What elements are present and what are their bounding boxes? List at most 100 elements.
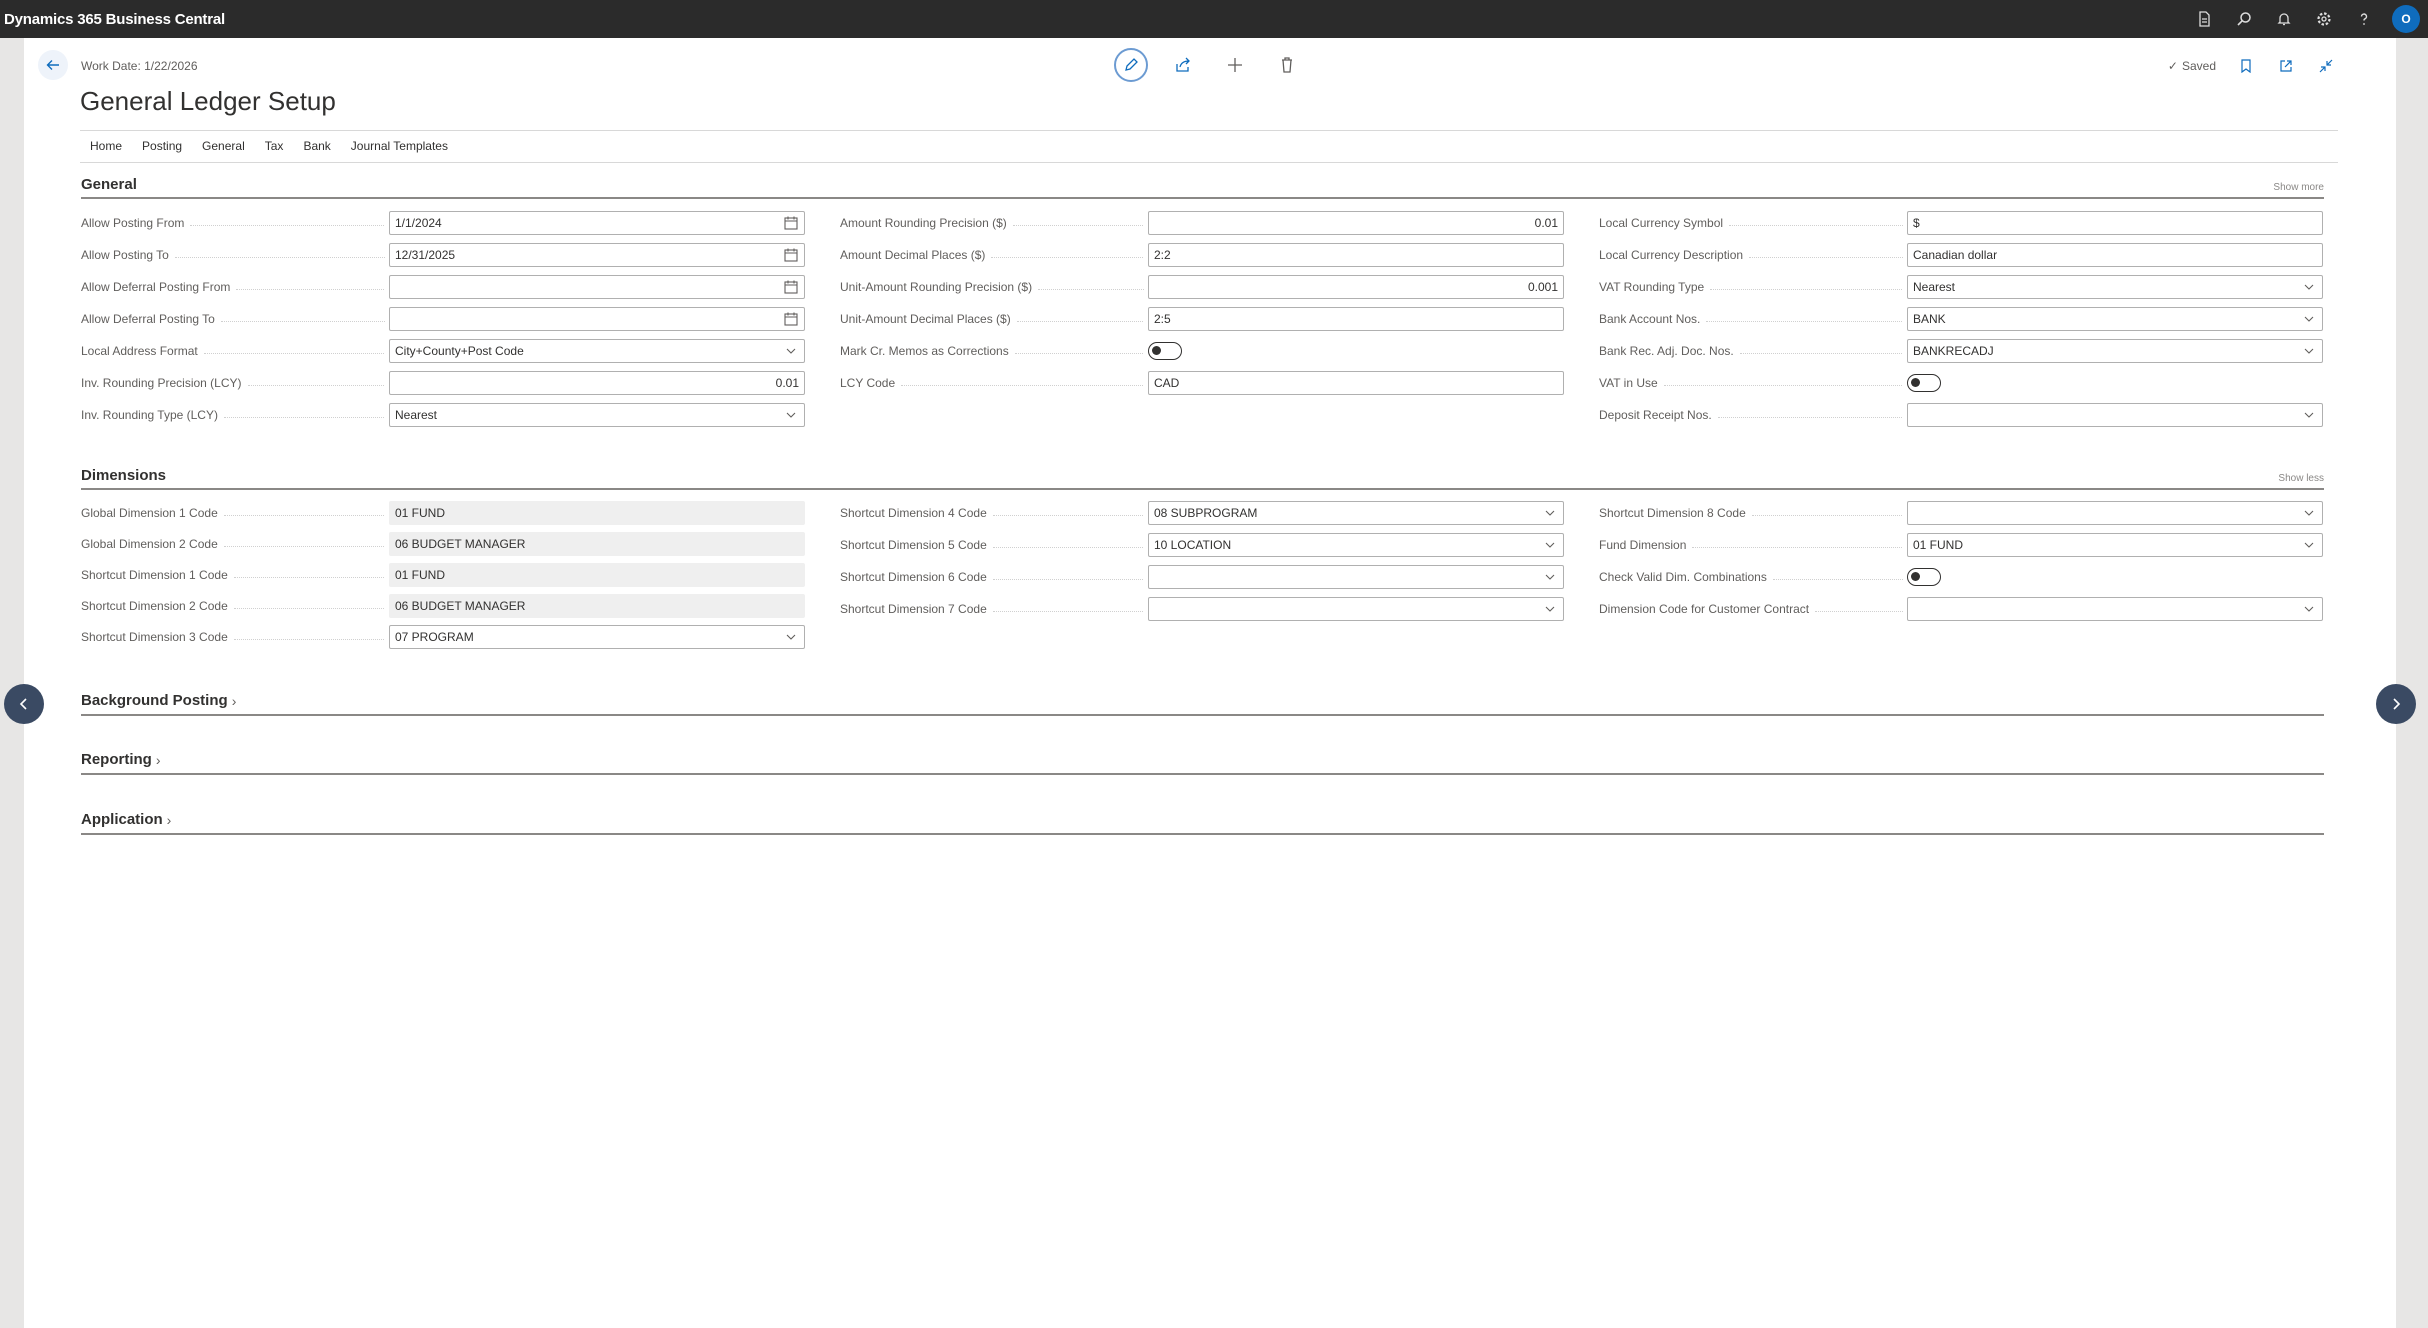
action-journal-templates[interactable]: Journal Templates [351,139,448,153]
bell-icon[interactable] [2272,7,2296,31]
field-dimension-code-for-customer-contract: Dimension Code for Customer Contract [1599,597,2329,621]
shortcut-dimension-1-code-input[interactable]: 01 FUND [389,563,805,587]
allow-deferral-posting-from-input[interactable] [389,275,805,299]
shortcut-dimension-5-code-input[interactable]: 10 LOCATION [1148,533,1564,557]
unit-amount-decimal-places-input[interactable]: 2:5 [1148,307,1564,331]
general-show-more-link[interactable]: Show more [2273,182,2324,193]
allow-deferral-posting-to-label: Allow Deferral Posting To [81,312,385,326]
bank-account-nos-label: Bank Account Nos. [1599,312,1903,326]
share-button[interactable] [1166,48,1200,82]
amount-decimal-places-input[interactable]: 2:2 [1148,243,1564,267]
bookmark-icon[interactable] [2236,56,2256,76]
inv-rounding-type-lcy-label: Inv. Rounding Type (LCY) [81,408,385,422]
chevron-down-icon[interactable] [1542,601,1558,617]
next-record-button[interactable] [2376,684,2416,724]
allow-posting-from-input[interactable]: 1/1/2024 [389,211,805,235]
action-home[interactable]: Home [90,139,122,153]
shortcut-dimension-4-code-label: Shortcut Dimension 4 Code [840,506,1144,520]
unit-amount-rounding-precision-value: 0.001 [1527,280,1558,294]
application-title[interactable]: Application › [81,811,171,828]
action-general[interactable]: General [202,139,245,153]
help-icon[interactable] [2352,7,2376,31]
local-address-format-input[interactable]: City+County+Post Code [389,339,805,363]
edit-button[interactable] [1114,48,1148,82]
chevron-down-icon[interactable] [2301,601,2317,617]
collapse-icon[interactable] [2316,56,2336,76]
inv-rounding-type-lcy-input[interactable]: Nearest [389,403,805,427]
dimension-code-for-customer-contract-input[interactable] [1907,597,2323,621]
chevron-right-icon: › [231,692,237,709]
shortcut-dimension-3-code-input[interactable]: 07 PROGRAM [389,625,805,649]
local-currency-symbol-input[interactable]: $ [1907,211,2323,235]
check-valid-dim-combinations-toggle[interactable] [1907,568,1941,586]
chevron-down-icon[interactable] [2301,343,2317,359]
amount-rounding-precision-input[interactable]: 0.01 [1148,211,1564,235]
document-icon[interactable] [2192,7,2216,31]
reporting-section[interactable]: Reporting › [81,751,2324,775]
chevron-down-icon[interactable] [2301,407,2317,423]
dimensions-show-less-link[interactable]: Show less [2278,473,2324,484]
chevron-down-icon[interactable] [783,343,799,359]
fund-dimension-input[interactable]: 01 FUND [1907,533,2323,557]
reporting-title[interactable]: Reporting › [81,751,161,768]
global-dimension-1-code-input[interactable]: 01 FUND [389,501,805,525]
unit-amount-decimal-places-value: 2:5 [1154,312,1171,326]
mark-cr-memos-as-corrections-toggle[interactable] [1148,342,1182,360]
calendar-icon[interactable] [783,279,799,295]
chevron-down-icon[interactable] [1542,505,1558,521]
chevron-down-icon[interactable] [2301,537,2317,553]
inv-rounding-precision-lcy-input[interactable]: 0.01 [389,371,805,395]
new-button[interactable] [1218,48,1252,82]
application-section[interactable]: Application › [81,811,2324,835]
field-allow-posting-from: Allow Posting From 1/1/2024 [81,211,811,235]
vat-rounding-type-input[interactable]: Nearest [1907,275,2323,299]
work-date[interactable]: Work Date: 1/22/2026 [81,59,198,73]
chevron-down-icon[interactable] [2301,505,2317,521]
action-bank[interactable]: Bank [303,139,330,153]
allow-deferral-posting-to-input[interactable] [389,307,805,331]
action-posting[interactable]: Posting [142,139,182,153]
bank-rec-adj-doc-nos-input[interactable]: BANKRECADJ [1907,339,2323,363]
local-address-format-value: City+County+Post Code [395,344,524,358]
top-icons: O [2192,0,2420,38]
global-dimension-1-code-label: Global Dimension 1 Code [81,506,385,520]
general-section-title[interactable]: General [81,176,137,193]
local-address-format-label: Local Address Format [81,344,385,358]
local-currency-description-input[interactable]: Canadian dollar [1907,243,2323,267]
previous-record-button[interactable] [4,684,44,724]
calendar-icon[interactable] [783,247,799,263]
chevron-down-icon[interactable] [1542,569,1558,585]
vat-in-use-toggle[interactable] [1907,374,1941,392]
open-new-window-icon[interactable] [2276,56,2296,76]
unit-amount-rounding-precision-input[interactable]: 0.001 [1148,275,1564,299]
shortcut-dimension-8-code-input[interactable] [1907,501,2323,525]
shortcut-dimension-2-code-input[interactable]: 06 BUDGET MANAGER [389,594,805,618]
field-global-dimension-2-code: Global Dimension 2 Code 06 BUDGET MANAGER [81,532,811,556]
back-button[interactable] [38,50,68,80]
allow-posting-to-input[interactable]: 12/31/2025 [389,243,805,267]
field-shortcut-dimension-7-code: Shortcut Dimension 7 Code [840,597,1570,621]
shortcut-dimension-7-code-input[interactable] [1148,597,1564,621]
shortcut-dimension-4-code-input[interactable]: 08 SUBPROGRAM [1148,501,1564,525]
chevron-down-icon[interactable] [783,407,799,423]
chevron-down-icon[interactable] [2301,279,2317,295]
settings-icon[interactable] [2312,7,2336,31]
calendar-icon[interactable] [783,215,799,231]
background-posting-section[interactable]: Background Posting › [81,692,2324,716]
background-posting-title[interactable]: Background Posting › [81,692,236,709]
lcy-code-input[interactable]: CAD [1148,371,1564,395]
chevron-down-icon[interactable] [1542,537,1558,553]
shortcut-dimension-6-code-input[interactable] [1148,565,1564,589]
app-title[interactable]: Dynamics 365 Business Central [0,11,225,28]
calendar-icon[interactable] [783,311,799,327]
chevron-down-icon[interactable] [2301,311,2317,327]
action-tax[interactable]: Tax [265,139,284,153]
avatar[interactable]: O [2392,5,2420,33]
search-icon[interactable] [2232,7,2256,31]
global-dimension-2-code-input[interactable]: 06 BUDGET MANAGER [389,532,805,556]
bank-account-nos-input[interactable]: BANK [1907,307,2323,331]
dimensions-section-title[interactable]: Dimensions [81,467,166,484]
deposit-receipt-nos-input[interactable] [1907,403,2323,427]
chevron-down-icon[interactable] [783,629,799,645]
delete-button[interactable] [1270,48,1304,82]
